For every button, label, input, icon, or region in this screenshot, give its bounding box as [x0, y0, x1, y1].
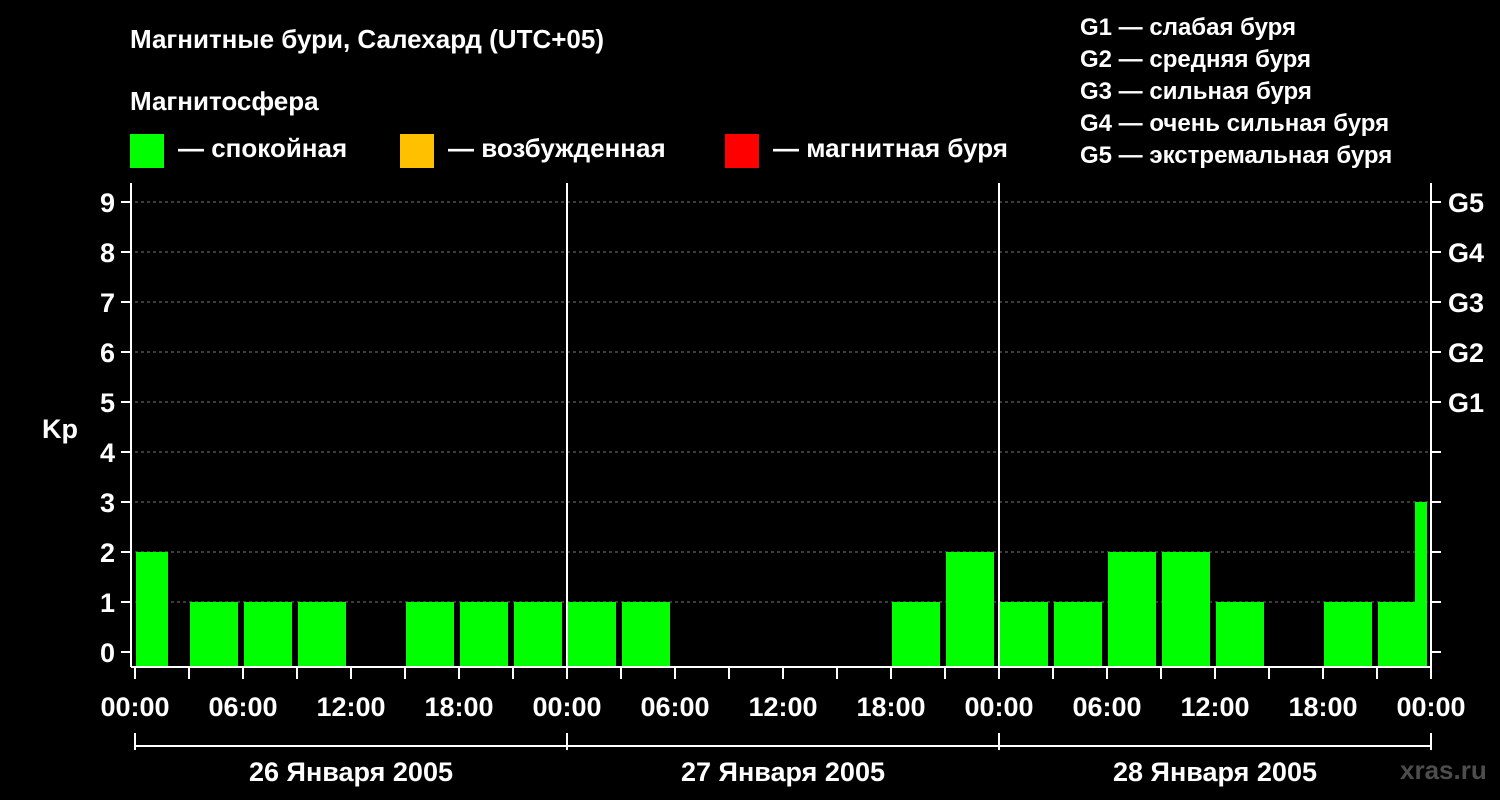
y-tick-label: 2: [100, 538, 115, 568]
g-axis-label: G2: [1448, 338, 1484, 368]
x-tick-label: 06:00: [1072, 692, 1141, 722]
y-tick-label: 1: [100, 588, 115, 618]
y-tick-label: 0: [100, 638, 115, 668]
y-tick-label: 9: [100, 188, 115, 218]
x-tick-label: 00:00: [964, 692, 1033, 722]
kp-bar: [460, 602, 508, 667]
x-tick-label: 18:00: [1288, 692, 1357, 722]
kp-bar: [1000, 602, 1048, 667]
x-tick-label: 18:00: [424, 692, 493, 722]
kp-bar: [1162, 552, 1210, 667]
kp-bar: [406, 602, 454, 667]
kp-bar: [244, 602, 292, 667]
y-tick-label: 8: [100, 238, 115, 268]
y-tick-label: 6: [100, 338, 115, 368]
x-tick-label: 06:00: [208, 692, 277, 722]
x-tick-label: 12:00: [748, 692, 817, 722]
kp-chart: 0 1 2 3 4 5 6 7 8 9 G1 G2 G3 G4 G5 Kp 00:00 06:00 12:00 18:…: [42, 183, 1484, 787]
kp-bar: [946, 552, 994, 667]
kp-bar: [298, 602, 346, 667]
x-tick-label: 06:00: [640, 692, 709, 722]
y-tick-label: 4: [100, 438, 115, 468]
kp-bar: [1216, 602, 1264, 667]
day-label: 26 Января 2005: [249, 757, 453, 787]
day-label: 27 Января 2005: [681, 757, 885, 787]
kp-bar: [1415, 502, 1427, 667]
g-axis-label: G5: [1448, 188, 1484, 218]
y-tick-label: 7: [100, 288, 115, 318]
kp-bar: [136, 552, 168, 667]
x-tick-label: 12:00: [316, 692, 385, 722]
watermark: xras.ru: [1400, 755, 1487, 785]
g-axis-label: G1: [1448, 388, 1484, 418]
kp-bar: [622, 602, 670, 667]
x-tick-label: 18:00: [856, 692, 925, 722]
y-tick-label: 5: [100, 388, 115, 418]
kp-bar: [1324, 602, 1372, 667]
kp-bar: [1054, 602, 1102, 667]
x-tick-label: 00:00: [100, 692, 169, 722]
x-tick-label: 12:00: [1180, 692, 1249, 722]
kp-bar: [514, 602, 562, 667]
x-tick-label: 00:00: [1396, 692, 1465, 722]
kp-bar: [190, 602, 238, 667]
day-label: 28 Января 2005: [1113, 757, 1317, 787]
g-axis-label: G4: [1448, 238, 1484, 268]
y-axis-label: Kp: [42, 414, 78, 444]
g-axis-label: G3: [1448, 288, 1484, 318]
x-tick-label: 00:00: [532, 692, 601, 722]
y-tick-label: 3: [100, 488, 115, 518]
kp-bar: [1108, 552, 1156, 667]
kp-bar: [568, 602, 616, 667]
kp-bar: [892, 602, 940, 667]
